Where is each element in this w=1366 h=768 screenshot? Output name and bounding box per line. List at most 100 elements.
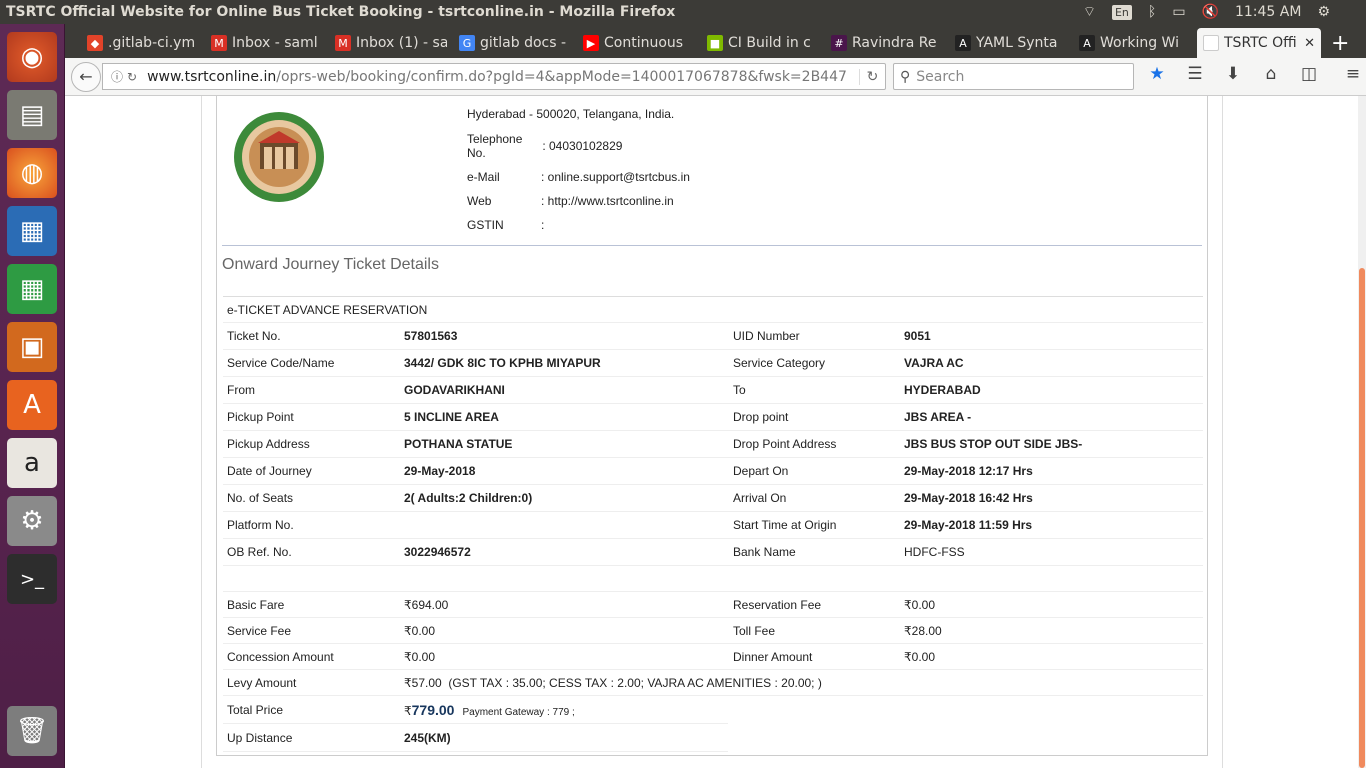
bookmark-star-icon[interactable]: ★ [1147, 64, 1167, 84]
fare-value-cell: ₹694.00 [404, 598, 448, 612]
reload-icon[interactable]: ↻ [127, 70, 137, 84]
detail-label: Drop Point Address [733, 437, 837, 451]
tab-label: gitlab docs - [480, 35, 567, 51]
levy-row: Levy Amount ₹57.00 (GST TAX : 35.00; CES… [223, 670, 1203, 696]
new-tab-button[interactable]: + [1321, 28, 1359, 58]
reading-list-icon[interactable]: ☰ [1185, 64, 1205, 84]
navigation-toolbar: ← ⓘ ↻ www.tsrtconline.in/oprs-web/bookin… [65, 58, 1366, 96]
rupee-icon: ₹ [404, 703, 412, 718]
detail-label: Start Time at Origin [733, 518, 837, 532]
close-tab-icon[interactable]: ✕ [1304, 36, 1315, 51]
firefox-icon[interactable]: ◍ [7, 148, 57, 198]
tab-label: CI Build in c [728, 35, 811, 51]
tab-2[interactable]: M Inbox (1) - sa [329, 28, 453, 58]
detail-value: POTHANA STATUE [404, 437, 513, 451]
tab-9[interactable]: TSRTC Offi ✕ [1197, 28, 1321, 58]
up-distance-value: 245(KM) [404, 730, 451, 745]
files-icon[interactable]: ▤ [7, 90, 57, 140]
wifi-icon[interactable]: ⌔ [1083, 3, 1096, 21]
tab-7[interactable]: A YAML Synta [949, 28, 1073, 58]
detail-label: Arrival On [733, 491, 787, 505]
google-icon: G [459, 35, 475, 51]
fare-label: Dinner Amount [733, 649, 813, 664]
web-label: Web [467, 194, 492, 208]
detail-label: Ticket No. [227, 329, 281, 343]
tab-1[interactable]: M Inbox - saml [205, 28, 329, 58]
telephone-value: : 04030102829 [542, 139, 623, 153]
email-label: e-Mail [467, 170, 500, 184]
detail-label: From [227, 383, 255, 397]
tab-label: YAML Synta [976, 35, 1058, 51]
total-value: 779.00 [411, 701, 455, 718]
fare-label: Toll Fee [733, 623, 776, 638]
scrollbar[interactable] [1358, 96, 1366, 768]
tab-label: TSRTC Offi [1224, 35, 1297, 51]
slack-icon: # [831, 35, 847, 51]
tab-4[interactable]: ▶ Continuous [577, 28, 701, 58]
fare-value: 28.00 [911, 623, 942, 638]
ticket-card: Hyderabad - 500020, Telangana, India. Te… [216, 96, 1208, 756]
rupee-icon: ₹ [904, 649, 912, 664]
system-top-bar: TSRTC Official Website for Online Bus Ti… [0, 0, 1366, 24]
tab-8[interactable]: A Working Wi [1073, 28, 1197, 58]
reservation-type: e-TICKET ADVANCE RESERVATION [227, 302, 428, 317]
trash-icon[interactable]: 🗑 [7, 706, 57, 756]
rupee-icon: ₹ [404, 649, 412, 664]
search-input[interactable]: ⚲ Search [893, 63, 1134, 90]
bluetooth-icon[interactable]: ᛒ [1148, 4, 1156, 20]
gitlab-icon: ◆ [87, 35, 103, 51]
menu-icon[interactable]: ≡ [1343, 64, 1363, 84]
ubuntu-dash-icon[interactable]: ◉ [7, 32, 57, 82]
software-center-icon[interactable]: A [7, 380, 57, 430]
gstin-value: : [541, 218, 545, 232]
fare-value-cell: ₹28.00 [904, 624, 942, 638]
clock[interactable]: 11:45 AM [1235, 4, 1301, 20]
tab-label: Continuous [604, 35, 684, 51]
libreoffice-impress-icon[interactable]: ▣ [7, 322, 57, 372]
terminal-icon[interactable]: >_ [7, 554, 57, 604]
divider [222, 245, 1202, 246]
scrollbar-thumb[interactable] [1359, 268, 1365, 768]
youtube-icon: ▶ [583, 35, 599, 51]
reservation-type-row: e-TICKET ADVANCE RESERVATION [223, 297, 1203, 323]
home-icon[interactable]: ⌂ [1261, 64, 1281, 84]
detail-row: No. of Seats 2( Adults:2 Children:0) Arriv… [223, 485, 1203, 512]
total-row: Total Price ₹779.00 Payment Gateway : 779… [223, 696, 728, 724]
site-info-icon[interactable]: ⓘ [111, 68, 123, 85]
back-button[interactable]: ← [71, 61, 101, 92]
tab-label: Inbox - saml [232, 35, 318, 51]
tab-strip: ◆ .gitlab-ci.ym M Inbox - saml M Inbox (1) - … [65, 24, 1366, 58]
detail-value: 29-May-2018 11:59 Hrs [904, 518, 1033, 532]
system-settings-icon[interactable]: ⚙ [7, 496, 57, 546]
rupee-icon: ₹ [404, 623, 412, 638]
tab-5[interactable]: ■ CI Build in c [701, 28, 825, 58]
detail-value: 2( Adults:2 Children:0) [404, 491, 533, 505]
battery-icon[interactable]: ▭ [1172, 4, 1185, 20]
tab-3[interactable]: Ggitlab docs - [453, 28, 577, 58]
gmail-icon: M [335, 35, 351, 51]
libreoffice-calc-icon[interactable]: ▦ [7, 264, 57, 314]
volume-muted-icon[interactable]: 🔇 [1202, 4, 1219, 20]
keyboard-layout-indicator[interactable]: En [1111, 4, 1132, 20]
pocket-icon[interactable]: ◫ [1299, 64, 1319, 84]
amazon-icon[interactable]: a [7, 438, 57, 488]
fare-label: Concession Amount [227, 649, 334, 664]
detail-value: 29-May-2018 [404, 464, 476, 478]
tab-6[interactable]: # Ravindra Re [825, 28, 949, 58]
detail-value: 3442/ GDK 8IC TO KPHB MIYAPUR [404, 356, 601, 370]
detail-label: To [733, 383, 746, 397]
search-icon: ⚲ [900, 68, 911, 85]
gmail-icon: M [211, 35, 227, 51]
window-title: TSRTC Official Website for Online Bus Ti… [6, 4, 676, 20]
detail-row: Pickup Point 5 INCLINE AREA Drop point JBS … [223, 404, 1203, 431]
settings-gear-icon[interactable]: ⚙ [1317, 4, 1330, 20]
libreoffice-writer-icon[interactable]: ▦ [7, 206, 57, 256]
tab-label: Inbox (1) - sa [356, 35, 447, 51]
tab-0[interactable]: ◆ .gitlab-ci.ym [81, 28, 205, 58]
url-bar[interactable]: ⓘ ↻ www.tsrtconline.in/oprs-web/booking/… [102, 63, 886, 90]
downloads-icon[interactable]: ⬇ [1223, 64, 1243, 84]
go-reload-icon[interactable]: ↻ [859, 68, 885, 85]
detail-value: 57801563 [404, 329, 458, 343]
rupee-icon: ₹ [904, 623, 912, 638]
fare-value: 0.00 [411, 649, 435, 664]
